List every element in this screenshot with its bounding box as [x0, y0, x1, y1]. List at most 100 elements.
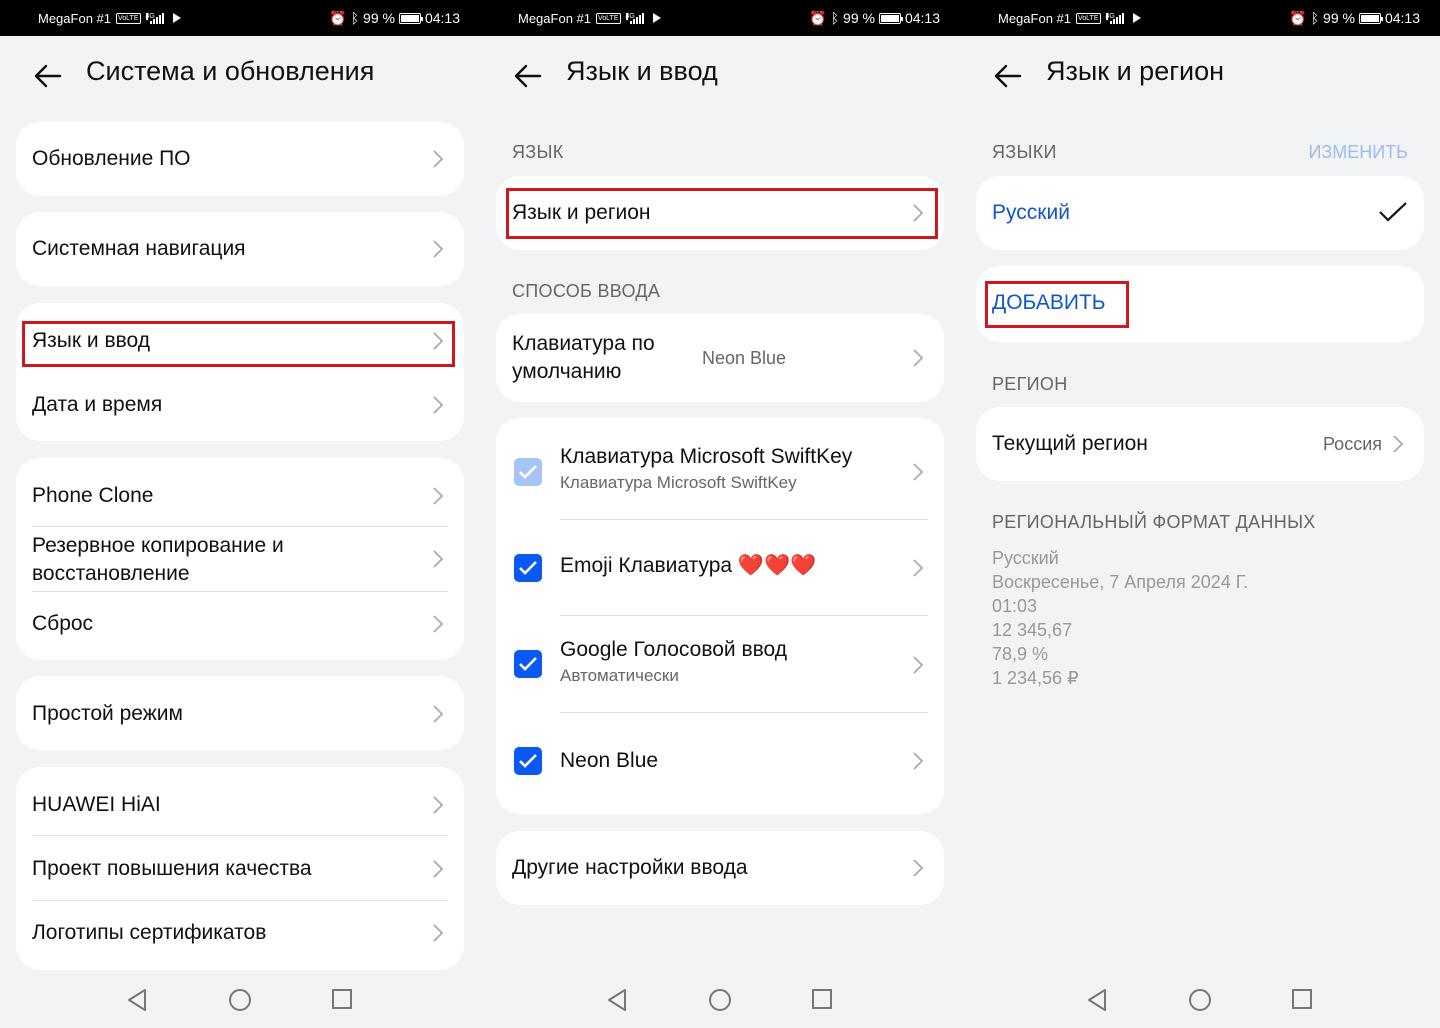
nav-home-icon[interactable]	[228, 988, 252, 1012]
list-item-quality-project[interactable]: Проект повышения качества	[32, 855, 448, 883]
section-header-region: РЕГИОН	[992, 374, 1068, 394]
clock: 04:13	[904, 10, 940, 26]
back-arrow-icon[interactable]	[30, 58, 66, 94]
checkmark-icon	[519, 465, 537, 479]
nav-recents-icon[interactable]	[331, 988, 353, 1010]
list-item-current-region[interactable]: Текущий регион Россия	[992, 430, 1408, 458]
list-item-backup-restore[interactable]: Резервное копирование и восстановление	[32, 532, 332, 588]
list-item-label: Системная навигация	[32, 237, 246, 260]
card-system-navigation: Системная навигация	[16, 212, 464, 286]
keyboard-title: Google Голосовой ввод	[560, 638, 788, 661]
back-arrow-icon[interactable]	[990, 58, 1026, 94]
chevron-right-icon	[913, 349, 924, 367]
highlight-box	[22, 321, 455, 367]
divider	[560, 615, 928, 616]
status-bar: MegaFon #1 VoLTE 4G ⏰ ᛒ 99 % 04:13	[0, 0, 480, 36]
list-item-label: Клавиатура по умолчанию	[512, 332, 655, 383]
list-item-cert-logos[interactable]: Логотипы сертификатов	[32, 919, 448, 947]
list-item-reset[interactable]: Сброс	[32, 610, 448, 638]
list-item-simple-mode[interactable]: Простой режим	[32, 700, 448, 728]
checkbox-icon[interactable]	[514, 554, 542, 582]
app-bar: Язык и регион	[960, 36, 1440, 116]
status-bar: MegaFon #1 VoLTE 4G ⏰ ᛒ 99 % 04:13	[960, 0, 1440, 36]
nav-back-icon[interactable]	[126, 988, 148, 1012]
language-input-screen: MegaFon #1 VoLTE 4G ⏰ ᛒ 99 % 04:13 Язык …	[480, 0, 960, 1028]
language-label: Русский	[992, 201, 1070, 224]
checkbox-icon[interactable]	[514, 458, 542, 486]
list-item-other-input-settings[interactable]: Другие настройки ввода	[512, 854, 928, 882]
chevron-right-icon	[433, 487, 444, 505]
volte-icon: VoLTE	[1076, 12, 1101, 24]
keyboard-item-neon-blue[interactable]: Neon Blue	[560, 749, 658, 773]
list-item-software-update[interactable]: Обновление ПО	[32, 145, 448, 173]
keyboard-item-emoji[interactable]: Emoji Клавиатура ❤️❤️❤️	[560, 554, 816, 578]
keyboard-item-swiftkey[interactable]: Клавиатура Microsoft SwiftKey Клавиатура…	[560, 445, 852, 493]
card-add-language: ДОБАВИТЬ	[976, 266, 1424, 342]
edit-button[interactable]: ИЗМЕНИТЬ	[1308, 142, 1408, 163]
chevron-right-icon	[433, 615, 444, 633]
list-item-default-keyboard[interactable]: Клавиатура по умолчанию Neon Blue	[512, 330, 928, 386]
battery-icon	[878, 12, 903, 24]
list-item-label: Резервное копирование и восстановление	[32, 534, 284, 585]
back-arrow-icon[interactable]	[510, 58, 546, 94]
list-item-phone-clone[interactable]: Phone Clone	[32, 482, 448, 510]
carrier-label: MegaFon #1	[38, 10, 111, 26]
carrier-label: MegaFon #1	[998, 10, 1071, 26]
volte-icon: VoLTE	[596, 12, 621, 24]
list-item-system-navigation[interactable]: Системная навигация	[32, 235, 448, 263]
format-line: Воскресенье, 7 Апреля 2024 Г.	[992, 572, 1249, 592]
nav-home-icon[interactable]	[1188, 988, 1212, 1012]
list-item-date-time[interactable]: Дата и время	[32, 391, 448, 419]
section-header-language: ЯЗЫК	[512, 142, 564, 162]
keyboard-item-google-voice[interactable]: Google Голосовой ввод Автоматически	[560, 638, 787, 686]
language-region-screen: MegaFon #1 VoLTE 4G ⏰ ᛒ 99 % 04:13 Язык …	[960, 0, 1440, 1028]
chevron-right-icon	[433, 796, 444, 814]
navigation-bar	[960, 970, 1440, 1028]
nav-recents-icon[interactable]	[1291, 988, 1313, 1010]
chevron-right-icon	[433, 924, 444, 942]
keyboard-subtitle: Автоматически	[560, 666, 679, 685]
current-region-value: Россия	[1322, 433, 1382, 454]
chevron-right-icon	[433, 705, 444, 723]
list-item-language[interactable]: Русский	[992, 199, 1408, 227]
chevron-right-icon	[913, 752, 924, 770]
alarm-icon: ⏰	[1289, 9, 1307, 26]
checkbox-icon[interactable]	[514, 747, 542, 775]
divider	[32, 591, 448, 592]
checkbox-icon[interactable]	[514, 650, 542, 678]
chevron-right-icon	[913, 559, 924, 577]
checkmark-icon	[519, 561, 537, 575]
divider	[560, 712, 928, 713]
format-line: Русский	[992, 548, 1059, 568]
default-keyboard-value: Neon Blue	[702, 347, 787, 368]
nav-home-icon[interactable]	[708, 988, 732, 1012]
list-item-label: Сброс	[32, 612, 94, 635]
volte-icon: VoLTE	[116, 12, 141, 24]
section-header-format: РЕГИОНАЛЬНЫЙ ФОРМАТ ДАННЫХ	[992, 512, 1316, 532]
card-simple-mode: Простой режим	[16, 676, 464, 750]
checkmark-icon	[519, 657, 537, 671]
highlight-box	[506, 188, 938, 239]
keyboard-subtitle: Клавиатура Microsoft SwiftKey	[560, 473, 797, 492]
nav-back-icon[interactable]	[606, 988, 628, 1012]
card-default-keyboard: Клавиатура по умолчанию Neon Blue	[496, 314, 944, 402]
battery-icon	[398, 12, 423, 24]
signal-icon: 4G	[625, 12, 644, 24]
divider	[560, 519, 928, 520]
list-item-label: Проект повышения качества	[32, 857, 312, 880]
alarm-icon: ⏰	[329, 9, 347, 26]
list-item-huawei-hiai[interactable]: HUAWEI HiAI	[32, 791, 448, 819]
clock: 04:13	[424, 10, 460, 26]
bluetooth-icon: ᛒ	[1310, 10, 1320, 26]
nav-back-icon[interactable]	[1086, 988, 1108, 1012]
card-region: Текущий регион Россия	[976, 407, 1424, 481]
app-bar: Система и обновления	[0, 36, 480, 116]
add-language-button[interactable]: ДОБАВИТЬ	[992, 291, 1106, 315]
format-line: 12 345,67	[992, 620, 1073, 640]
page-title: Система и обновления	[86, 56, 375, 86]
signal-icon: 4G	[145, 12, 164, 24]
alarm-icon: ⏰	[809, 9, 827, 26]
battery-percent: 99 %	[843, 10, 875, 26]
signal-icon: 4G	[1105, 12, 1124, 24]
nav-recents-icon[interactable]	[811, 988, 833, 1010]
